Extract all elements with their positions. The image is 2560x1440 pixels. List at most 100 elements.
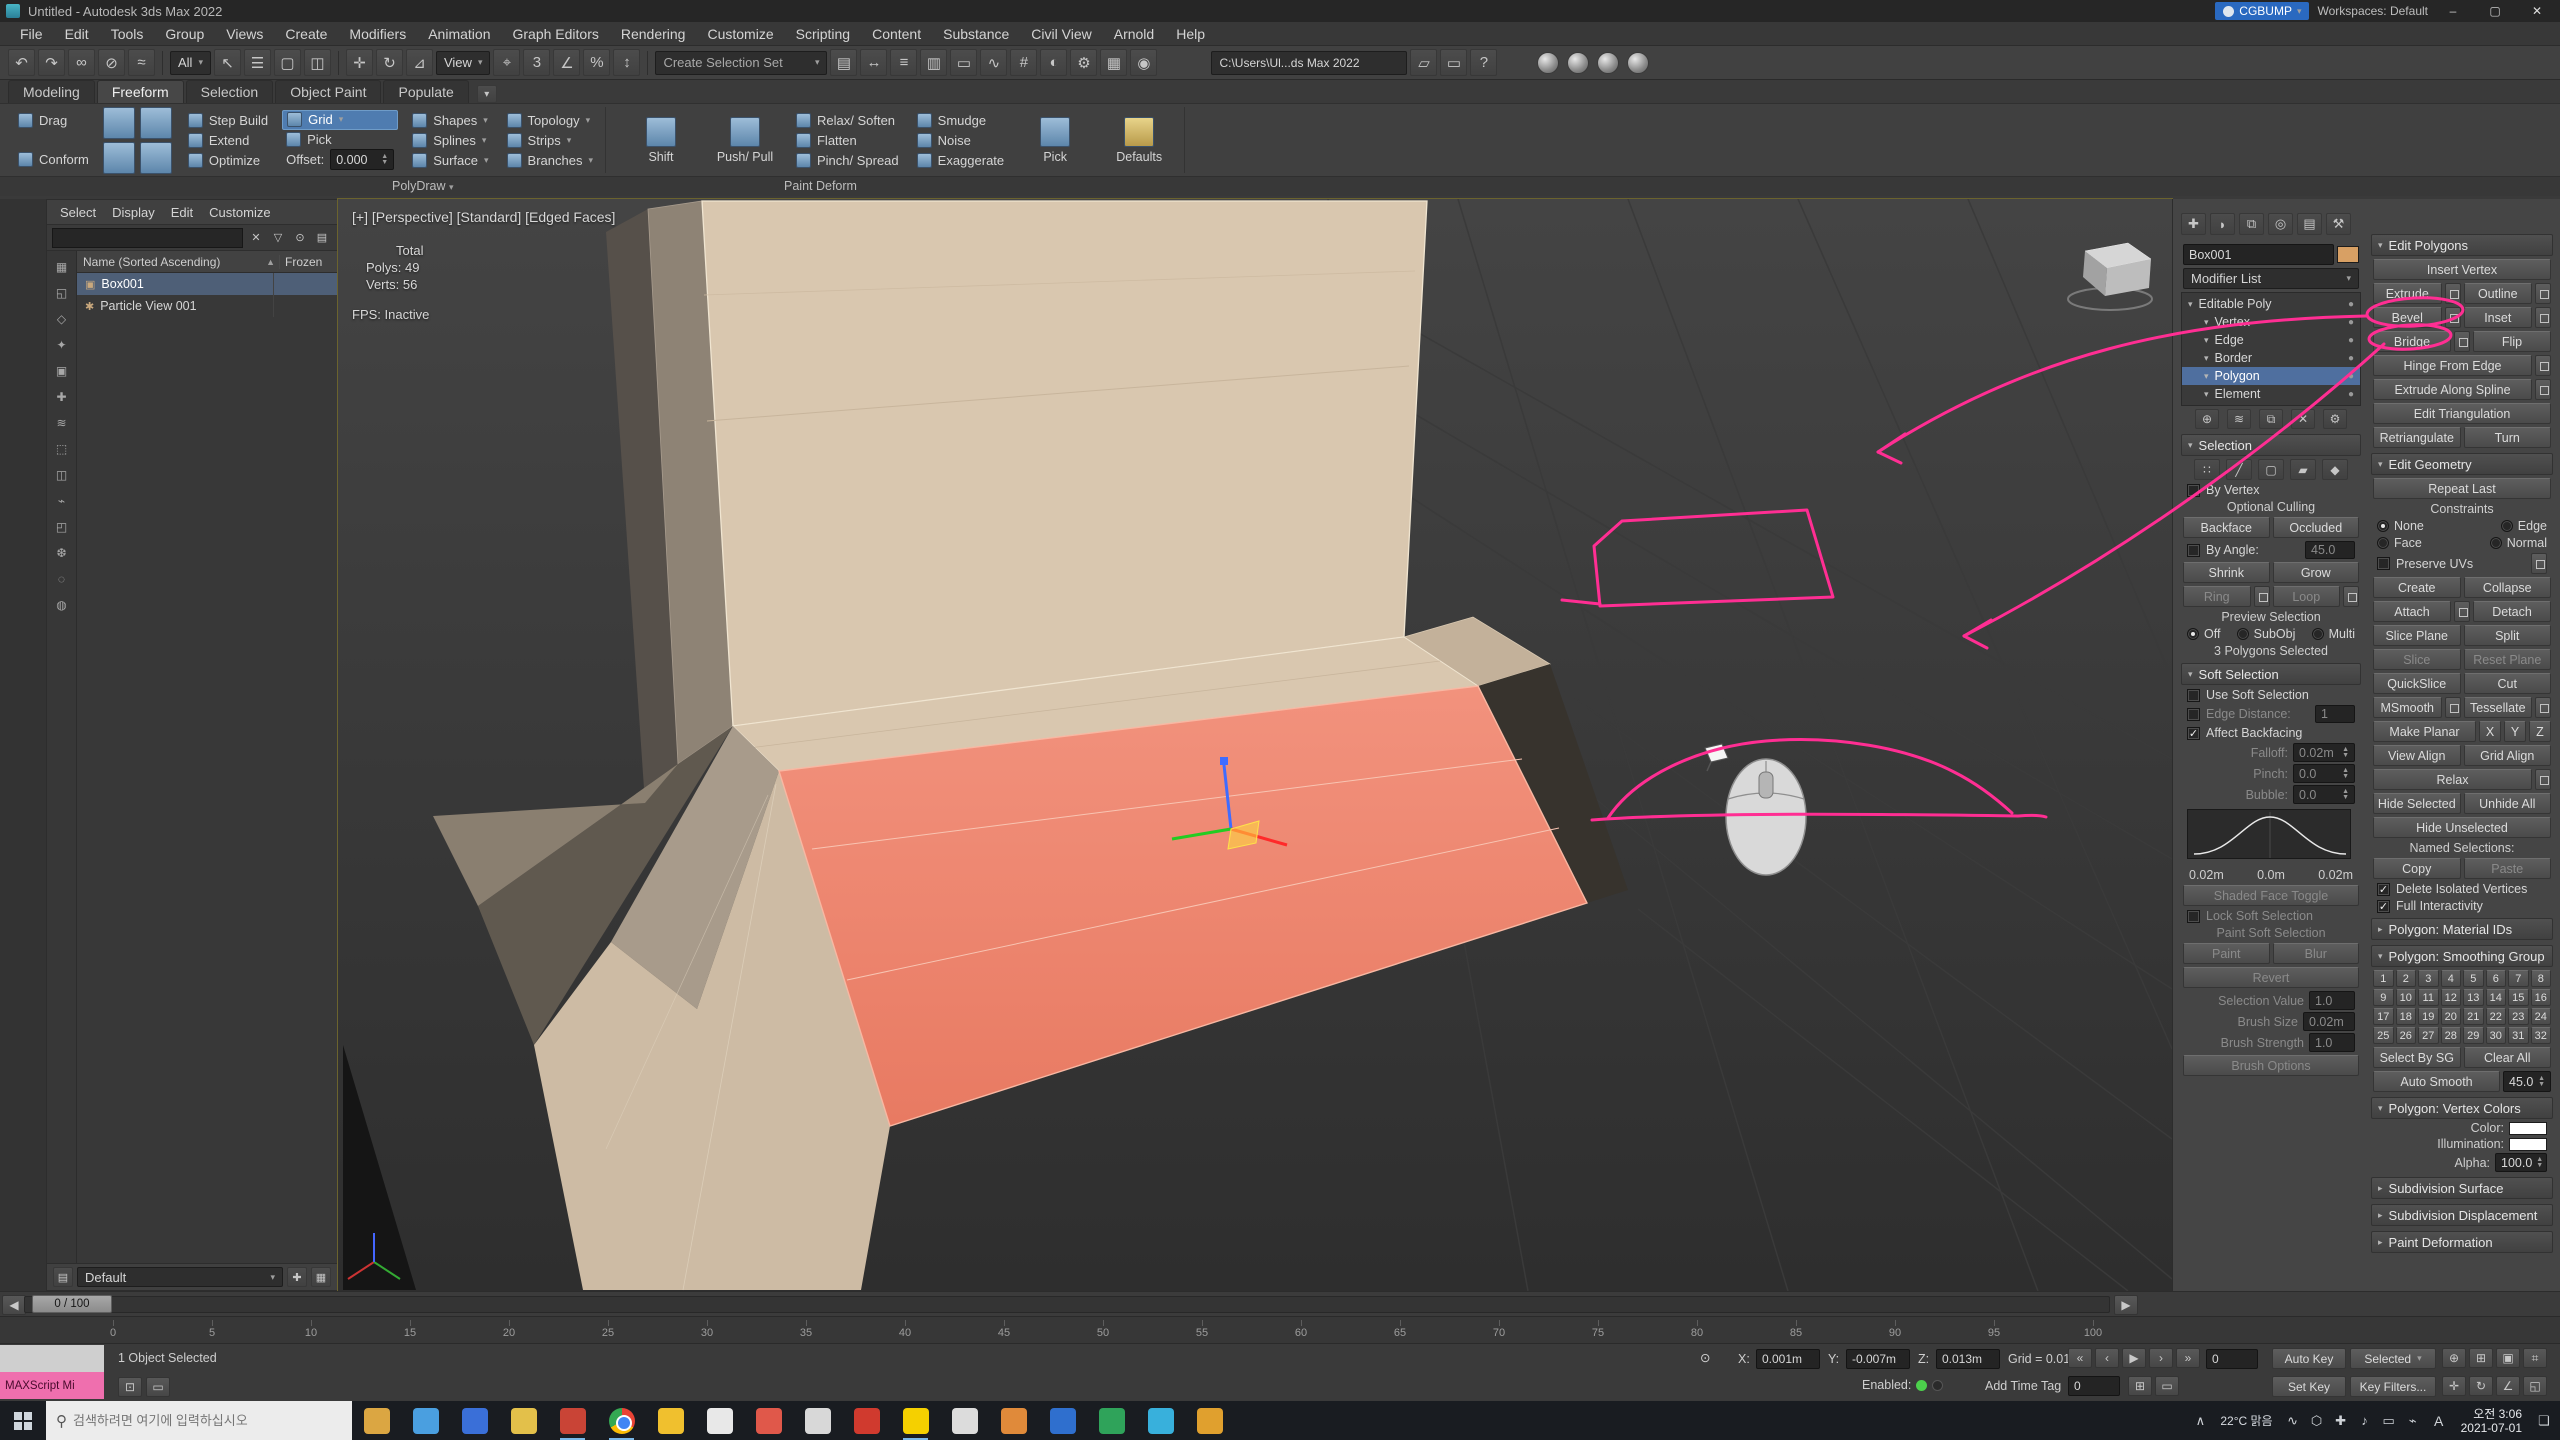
add-layer-icon[interactable]: ✚ <box>287 1267 307 1287</box>
shrink-button[interactable]: Shrink <box>2183 562 2270 583</box>
select-rotate-icon[interactable]: ↻ <box>376 49 403 76</box>
border-subobject-icon[interactable]: ▢ <box>2258 459 2284 480</box>
smoothing-group-button[interactable]: 11 <box>2418 989 2439 1006</box>
angle-snap-icon[interactable]: ∠ <box>553 49 580 76</box>
visibility-bulb-icon[interactable]: ● <box>2348 389 2354 400</box>
menu-item[interactable]: Create <box>275 24 337 44</box>
surface-dropdown[interactable]: Surface▾ <box>408 150 492 170</box>
copy-button[interactable]: Copy <box>2373 858 2461 879</box>
ribbon-tab[interactable]: Freeform <box>97 80 184 103</box>
smoothing-group-button[interactable]: 14 <box>2486 989 2507 1006</box>
edit-named-selections-icon[interactable]: ▤ <box>830 49 857 76</box>
relax-settings-button[interactable] <box>2535 769 2551 790</box>
conform-brush-icon-1[interactable] <box>103 107 135 139</box>
preserve-uvs-settings-button[interactable] <box>2531 553 2547 574</box>
blur-button[interactable]: Blur <box>2273 943 2360 964</box>
menu-item[interactable]: Animation <box>418 24 500 44</box>
polydraw-group-label[interactable]: PolyDraw ▾ <box>392 179 454 193</box>
auto-key-button[interactable]: Auto Key <box>2272 1348 2346 1369</box>
enabled-gray-dot[interactable] <box>1932 1380 1943 1391</box>
remove-modifier-icon[interactable]: ✕ <box>2291 409 2315 429</box>
branches-dropdown[interactable]: Branches▾ <box>503 150 597 170</box>
smoothing-group-button[interactable]: 23 <box>2508 1008 2529 1025</box>
window-crossing-icon[interactable]: ◫ <box>304 49 331 76</box>
split-button[interactable]: Split <box>2464 625 2552 646</box>
signin-account-button[interactable]: CGBUMP▾ <box>2215 2 2309 20</box>
planar-z-button[interactable]: Z <box>2529 721 2551 742</box>
time-slider-track[interactable] <box>24 1296 2110 1313</box>
taskbar-excel-icon[interactable] <box>1087 1401 1136 1440</box>
layer-manager-icon[interactable]: ▥ <box>920 49 947 76</box>
pan-icon[interactable]: ✛ <box>2442 1376 2466 1396</box>
tray-security-icon[interactable]: ⬡ <box>2305 1406 2329 1436</box>
snap-toggle-3d-icon[interactable]: 3 <box>523 49 550 76</box>
by-angle-checkbox[interactable]: By Angle:45.0 <box>2187 541 2355 559</box>
object-color-swatch[interactable] <box>2337 246 2359 263</box>
taskbar-search-input[interactable] <box>73 1413 342 1428</box>
smoothing-group-button[interactable]: 7 <box>2508 970 2529 987</box>
named-selection-set-field[interactable]: Create Selection Set▾ <box>655 51 827 75</box>
taskbar-app-teal-icon[interactable] <box>1136 1401 1185 1440</box>
smoothing-group-button[interactable]: 16 <box>2531 989 2552 1006</box>
motion-tab-icon[interactable]: ◎ <box>2268 213 2293 235</box>
brush-size-field[interactable]: 0.02m <box>2303 1012 2355 1031</box>
cut-button[interactable]: Cut <box>2464 673 2552 694</box>
select-by-name-icon[interactable]: ☰ <box>244 49 271 76</box>
soft-selection-rollout-header[interactable]: ▾Soft Selection <box>2181 663 2361 685</box>
inset-button[interactable]: Inset <box>2464 307 2533 328</box>
constraint-normal-radio[interactable]: Normal <box>2490 536 2547 550</box>
sort-arrow-icon[interactable]: ▲ <box>266 257 275 267</box>
select-scale-icon[interactable]: ⊿ <box>406 49 433 76</box>
use-soft-selection-checkbox[interactable]: Use Soft Selection <box>2187 688 2355 702</box>
create-tab-icon[interactable]: ✚ <box>2181 213 2206 235</box>
preserve-uvs-checkbox[interactable]: Preserve UVs <box>2377 553 2547 574</box>
view-align-button[interactable]: View Align <box>2373 745 2461 766</box>
layer-list-icon[interactable]: ▦ <box>311 1267 331 1287</box>
taskbar-app-indigo-icon[interactable] <box>450 1401 499 1440</box>
shaded-face-toggle-button[interactable]: Shaded Face Toggle <box>2183 885 2359 906</box>
illumination-color-swatch[interactable] <box>2509 1138 2547 1151</box>
z-coordinate-field[interactable]: 0.013m <box>1936 1349 2000 1369</box>
explorer-settings-icon[interactable]: ▤ <box>312 228 332 248</box>
flip-button[interactable]: Flip <box>2473 331 2551 352</box>
ribbon-tab[interactable]: Populate <box>383 80 468 103</box>
enabled-green-dot[interactable] <box>1916 1380 1927 1391</box>
field-of-view-icon[interactable]: ∠ <box>2496 1376 2520 1396</box>
smoothing-group-button[interactable]: 24 <box>2531 1008 2552 1025</box>
extrude-button[interactable]: Extrude <box>2373 283 2442 304</box>
set-key-button[interactable]: Set Key <box>2272 1376 2346 1397</box>
menu-item[interactable]: Tools <box>101 24 154 44</box>
y-coordinate-field[interactable]: -0.007m <box>1846 1349 1910 1369</box>
bevel-settings-button[interactable] <box>2445 307 2461 328</box>
attach-settings-button[interactable] <box>2454 601 2470 622</box>
spinner-snap-icon[interactable]: ↕ <box>613 49 640 76</box>
taskbar-notes-icon[interactable] <box>793 1401 842 1440</box>
bridge-button[interactable]: Bridge <box>2373 331 2451 352</box>
strips-dropdown[interactable]: Strips▾ <box>503 130 597 150</box>
filter-helpers-icon[interactable]: ✚ <box>50 385 74 408</box>
modify-tab-icon[interactable]: ◗ <box>2210 213 2235 235</box>
smoothing-group-button[interactable]: 2 <box>2396 970 2417 987</box>
x-coordinate-field[interactable]: 0.001m <box>1756 1349 1820 1369</box>
extrude-settings-button[interactable] <box>2445 283 2461 304</box>
next-frame-icon[interactable]: › <box>2149 1348 2173 1368</box>
smoothing-group-button[interactable]: 18 <box>2396 1008 2417 1025</box>
smoothing-group-button[interactable]: 30 <box>2486 1027 2507 1044</box>
pin-stack-icon[interactable]: ⊕ <box>2195 409 2219 429</box>
configure-modifier-sets-icon[interactable]: ⚙ <box>2323 409 2347 429</box>
taskbar-app-orange-icon[interactable] <box>989 1401 1038 1440</box>
relax-button[interactable]: Relax <box>2373 769 2532 790</box>
object-name-field[interactable]: Box001 <box>2183 244 2334 265</box>
polygon-subobject-icon[interactable]: ▰ <box>2290 459 2316 480</box>
explorer-column-header[interactable]: Name (Sorted Ascending) ▲ Frozen <box>77 251 337 273</box>
notification-center-icon[interactable]: ❏ <box>2532 1406 2556 1436</box>
bevel-button[interactable]: Bevel <box>2373 307 2442 328</box>
filter-containers-icon[interactable]: ◰ <box>50 515 74 538</box>
render-setup-icon[interactable]: ⚙ <box>1070 49 1097 76</box>
smoothing-group-button[interactable]: 26 <box>2396 1027 2417 1044</box>
outline-settings-button[interactable] <box>2535 283 2551 304</box>
create-button[interactable]: Create <box>2373 577 2461 598</box>
spinner-icon[interactable]: ▲▼ <box>381 154 388 166</box>
shading-sphere-icon-1[interactable] <box>1537 52 1559 74</box>
constraint-none-radio[interactable]: None <box>2377 519 2424 533</box>
